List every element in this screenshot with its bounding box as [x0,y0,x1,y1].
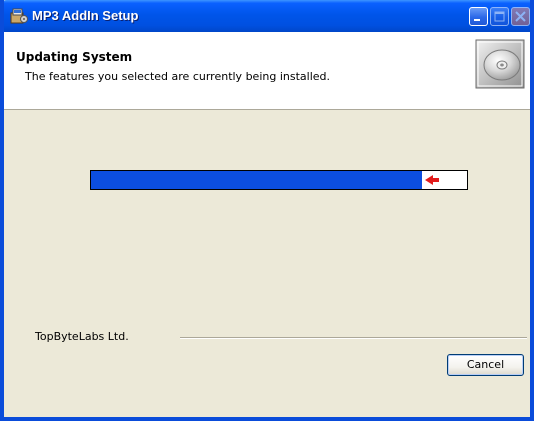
title-bar[interactable]: MP3 AddIn Setup [4,0,530,32]
close-button[interactable] [511,7,530,26]
page-title: Updating System [16,50,133,64]
install-progress-bar [90,170,468,190]
company-name: TopByteLabs Ltd. [35,330,129,343]
progress-fill [91,171,422,189]
cancel-button[interactable]: Cancel [447,354,524,376]
minimize-button[interactable] [469,7,488,26]
cd-disc-icon [475,39,525,89]
maximize-button[interactable] [490,7,509,26]
progress-arrow-icon [425,175,439,185]
header-banner: Updating System The features you selecte… [4,32,530,110]
window-title: MP3 AddIn Setup [32,8,139,23]
maximize-icon [494,11,505,22]
minimize-icon [474,19,480,21]
setup-package-icon [10,8,28,24]
close-icon [515,11,526,22]
setup-window: MP3 AddIn Setup Updating System The feat… [0,0,534,421]
footer-divider [180,337,527,339]
page-subtitle: The features you selected are currently … [25,70,330,83]
